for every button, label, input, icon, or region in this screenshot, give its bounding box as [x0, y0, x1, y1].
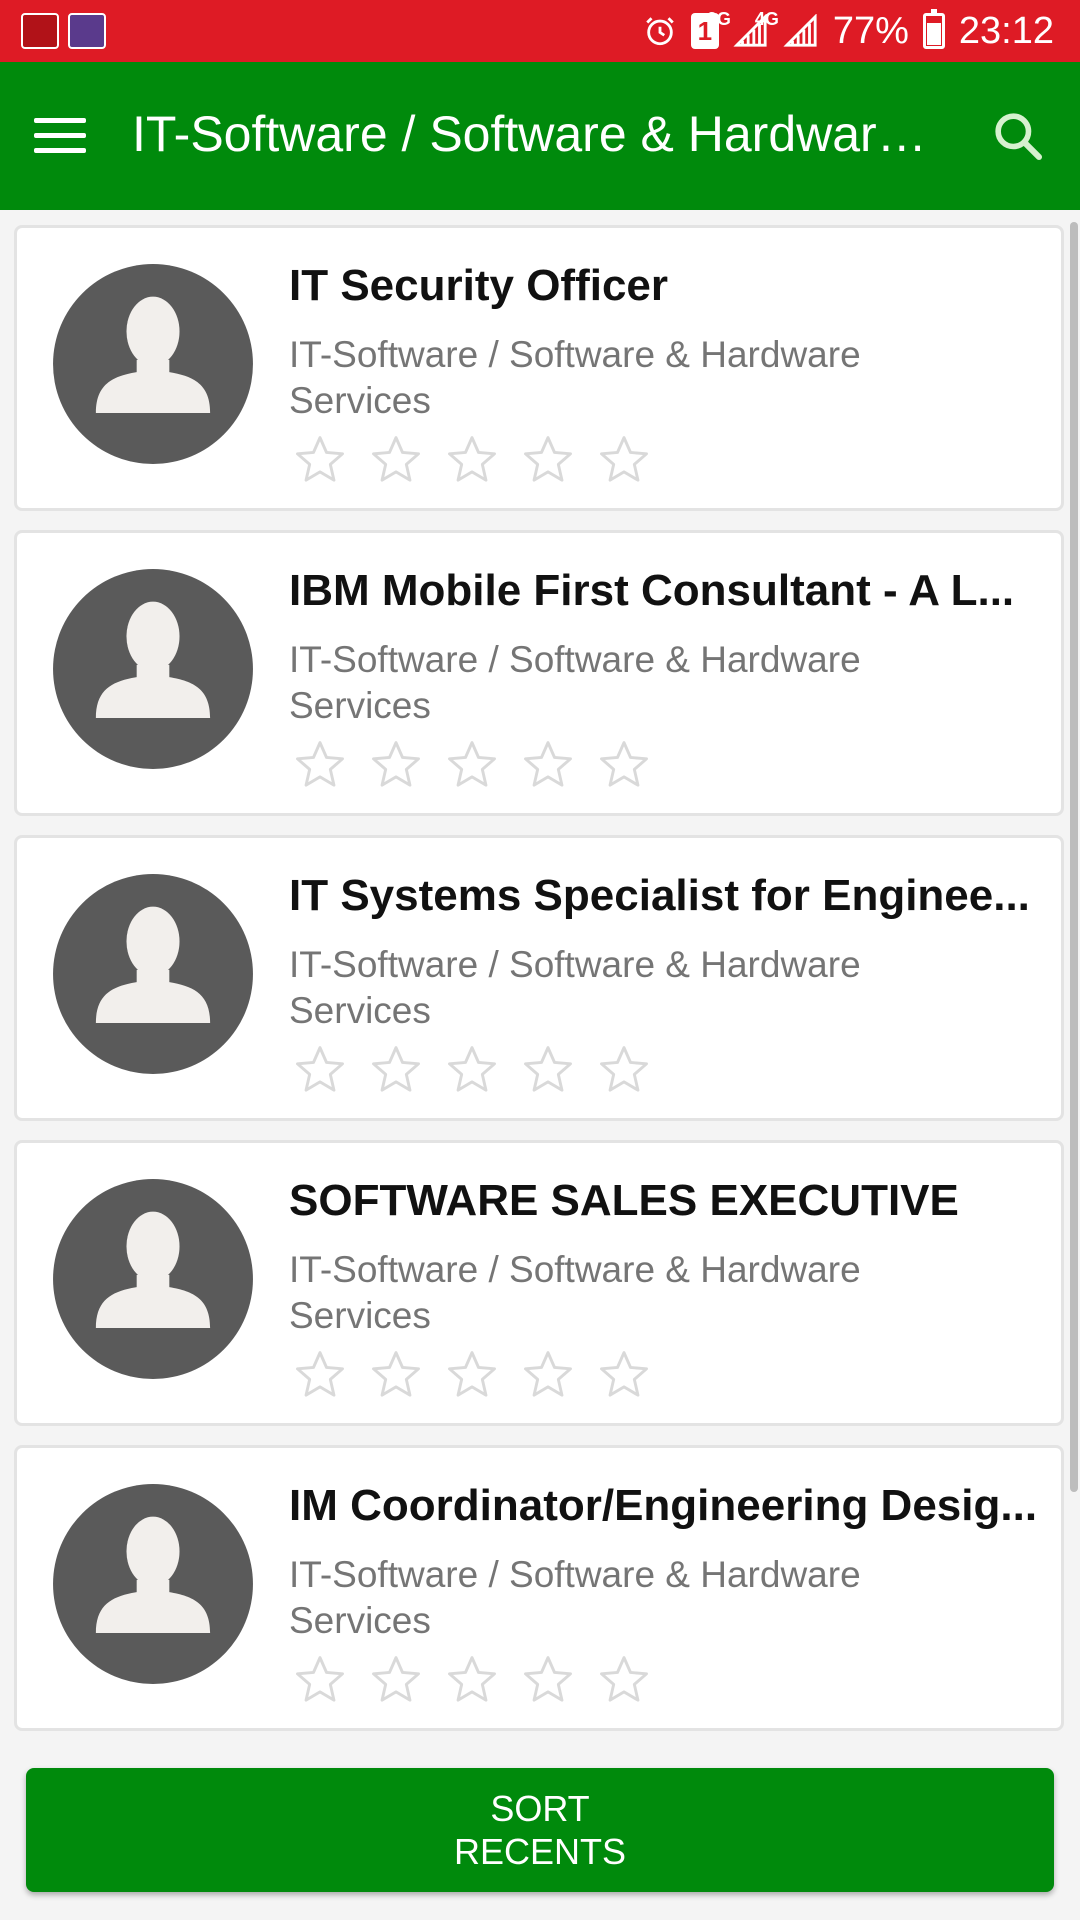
star-icon[interactable] — [293, 1042, 347, 1096]
star-icon[interactable] — [369, 432, 423, 486]
star-icon[interactable] — [521, 737, 575, 791]
star-icon[interactable] — [445, 1652, 499, 1706]
network-3g-label: 3G — [706, 9, 731, 29]
alarm-icon — [643, 14, 677, 48]
avatar-icon — [51, 872, 255, 1076]
job-title: IM Coordinator/Engineering Desig... — [289, 1481, 1038, 1530]
scrollbar[interactable] — [1070, 222, 1078, 1492]
job-category: IT-Software / Software & Hardware Servic… — [289, 944, 861, 1031]
search-icon[interactable] — [990, 108, 1046, 164]
star-icon[interactable] — [293, 737, 347, 791]
star-icon[interactable] — [521, 1652, 575, 1706]
menu-icon[interactable] — [34, 116, 86, 156]
rating-stars[interactable] — [293, 737, 651, 791]
rating-stars[interactable] — [293, 432, 651, 486]
app-bar: IT-Software / Software & Hardware Servic… — [0, 62, 1080, 210]
star-icon[interactable] — [445, 432, 499, 486]
star-icon[interactable] — [597, 737, 651, 791]
job-title: SOFTWARE SALES EXECUTIVE — [289, 1176, 959, 1225]
rating-stars[interactable] — [293, 1652, 651, 1706]
star-icon[interactable] — [445, 1042, 499, 1096]
page-title: IT-Software / Software & Hardware Servic… — [132, 106, 932, 162]
avatar-icon — [51, 1482, 255, 1686]
avatar-icon — [51, 262, 255, 466]
status-bar: 1 3G 4G 77% 23:12 — [0, 0, 1080, 62]
clock: 23:12 — [958, 9, 1054, 52]
job-category: IT-Software / Software & Hardware Servic… — [289, 639, 861, 726]
star-icon[interactable] — [369, 1042, 423, 1096]
job-category: IT-Software / Software & Hardware Servic… — [289, 334, 861, 421]
job-card[interactable]: SOFTWARE SALES EXECUTIVE IT-Software / So… — [14, 1140, 1064, 1426]
rating-stars[interactable] — [293, 1042, 651, 1096]
notification-app-icon-2 — [68, 13, 106, 49]
job-card[interactable]: IM Coordinator/Engineering Desig... IT-So… — [14, 1445, 1064, 1731]
avatar-icon — [51, 1177, 255, 1381]
job-category: IT-Software / Software & Hardware Servic… — [289, 1249, 861, 1336]
star-icon[interactable] — [369, 1652, 423, 1706]
star-icon[interactable] — [521, 1347, 575, 1401]
network-4g-label: 4G — [754, 9, 779, 29]
star-icon[interactable] — [445, 737, 499, 791]
star-icon[interactable] — [597, 1652, 651, 1706]
star-icon[interactable] — [369, 737, 423, 791]
job-card[interactable]: IT Security Officer IT-Software / Softwar… — [14, 225, 1064, 511]
star-icon[interactable] — [293, 432, 347, 486]
battery-percent: 77% — [832, 9, 909, 52]
avatar-icon — [51, 567, 255, 771]
sort-button-line1: SORT — [490, 1788, 590, 1829]
star-icon[interactable] — [521, 432, 575, 486]
job-title: IT Systems Specialist for Enginee... — [289, 871, 1030, 920]
job-category: IT-Software / Software & Hardware Servic… — [289, 1554, 861, 1641]
job-title: IT Security Officer — [289, 261, 669, 310]
sort-recents-button[interactable]: SORT RECENTS — [26, 1768, 1054, 1892]
signal-4g-icon: 4G — [755, 10, 819, 48]
star-icon[interactable] — [445, 1347, 499, 1401]
job-card[interactable]: IT Systems Specialist for Enginee... IT-S… — [14, 835, 1064, 1121]
sort-button-line2: RECENTS — [453, 1831, 627, 1872]
battery-icon — [922, 9, 945, 49]
job-card[interactable]: IBM Mobile First Consultant - A L... IT-S… — [14, 530, 1064, 816]
star-icon[interactable] — [597, 1347, 651, 1401]
star-icon[interactable] — [369, 1347, 423, 1401]
star-icon[interactable] — [597, 432, 651, 486]
rating-stars[interactable] — [293, 1347, 651, 1401]
job-title: IBM Mobile First Consultant - A L... — [289, 566, 1015, 615]
star-icon[interactable] — [293, 1652, 347, 1706]
star-icon[interactable] — [597, 1042, 651, 1096]
notification-app-icon — [21, 13, 59, 49]
star-icon[interactable] — [521, 1042, 575, 1096]
star-icon[interactable] — [293, 1347, 347, 1401]
